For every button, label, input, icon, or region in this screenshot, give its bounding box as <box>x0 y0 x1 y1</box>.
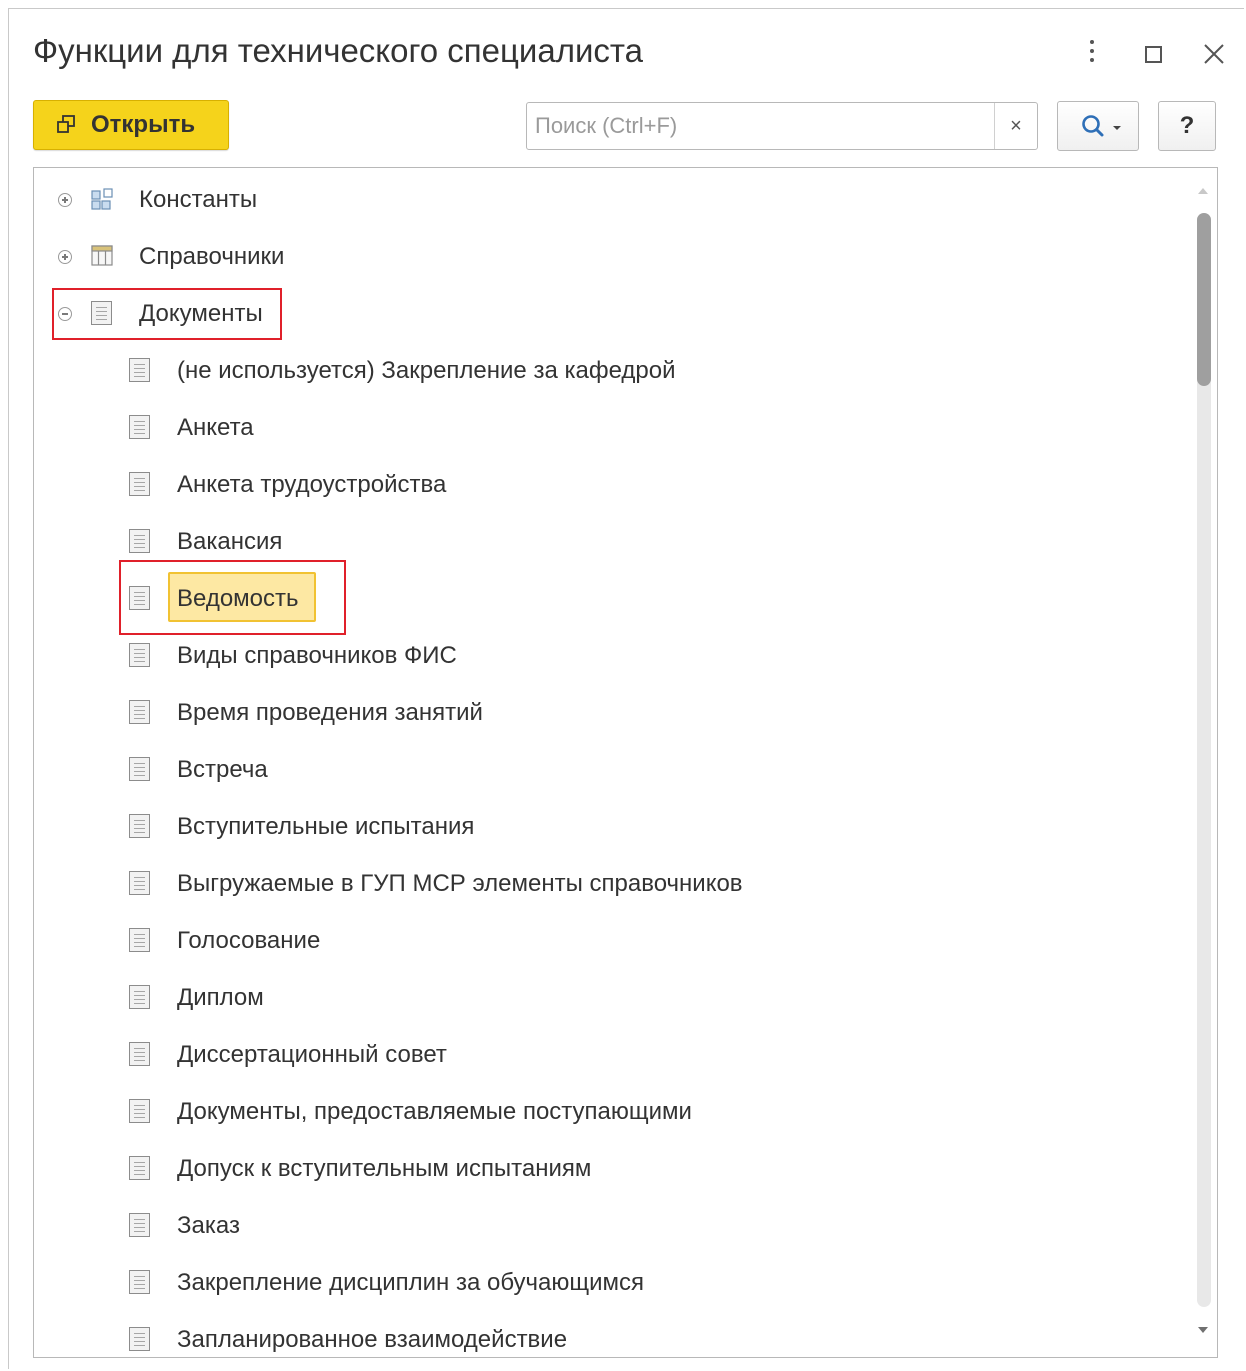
search-options-button[interactable] <box>1057 101 1139 151</box>
tree-row[interactable]: Заказ <box>34 1196 1217 1253</box>
scroll-up-icon[interactable] <box>1198 188 1208 194</box>
document-icon <box>129 1099 150 1123</box>
tree-item-label: Виды справочников ФИС <box>177 642 457 669</box>
tree-row[interactable]: Голосование <box>34 911 1217 968</box>
tree-item-label: Допуск к вступительным испытаниям <box>177 1155 592 1182</box>
expand-icon[interactable] <box>58 193 72 207</box>
tree-item-label: Константы <box>139 186 258 213</box>
document-icon <box>129 1042 150 1066</box>
document-icon <box>129 643 150 667</box>
tree-row[interactable]: Допуск к вступительным испытаниям <box>34 1139 1217 1196</box>
tree-row[interactable]: Документы, предоставляемые поступающими <box>34 1082 1217 1139</box>
document-icon <box>129 472 150 496</box>
expand-icon[interactable] <box>58 250 72 264</box>
tree-item-label: Анкета <box>177 414 254 441</box>
window-title: Функции для технического специалиста <box>33 32 644 69</box>
document-icon <box>129 529 150 553</box>
document-icon <box>129 985 150 1009</box>
document-icon <box>129 700 150 724</box>
tree-item-label: (не используется) Закрепление за кафедро… <box>177 357 676 384</box>
clear-search-icon[interactable]: × <box>994 103 1037 149</box>
search-box: × <box>526 102 1038 150</box>
tree-row[interactable]: (не используется) Закрепление за кафедро… <box>34 341 1217 398</box>
document-icon <box>129 1270 150 1294</box>
open-button-label: Открыть <box>91 111 196 138</box>
tree-row[interactable]: Запланированное взаимодействие <box>34 1310 1217 1357</box>
tree-item-label: Встреча <box>177 756 268 783</box>
document-icon <box>129 1327 150 1351</box>
constants-icon <box>90 187 114 211</box>
maximize-icon[interactable] <box>1145 46 1162 63</box>
tree-item-label: Анкета трудоустройства <box>177 471 447 498</box>
tree-row[interactable]: Диссертационный совет <box>34 1025 1217 1082</box>
document-icon <box>129 1156 150 1180</box>
tree-row[interactable]: Встреча <box>34 740 1217 797</box>
document-icon <box>129 928 150 952</box>
open-window-icon <box>55 114 77 136</box>
tree-item-label: Голосование <box>177 927 321 954</box>
tree-row[interactable]: Анкета <box>34 398 1217 455</box>
more-actions-icon[interactable] <box>1084 40 1100 66</box>
tree-item-label: Диссертационный совет <box>177 1041 447 1068</box>
document-icon <box>129 871 150 895</box>
tree-row[interactable]: Выгружаемые в ГУП МСР элементы справочни… <box>34 854 1217 911</box>
catalog-icon <box>91 245 113 266</box>
annotation-box-documents <box>52 288 282 340</box>
tree-item-label: Время проведения занятий <box>177 699 483 726</box>
tree-row[interactable]: Закрепление дисциплин за обучающимся <box>34 1253 1217 1310</box>
tree-row[interactable]: Время проведения занятий <box>34 683 1217 740</box>
help-button[interactable]: ? <box>1158 101 1216 151</box>
document-icon <box>129 757 150 781</box>
metadata-tree: Константы Справочники Документы (не использ… <box>33 167 1218 1358</box>
annotation-box-vedomost <box>119 560 346 635</box>
tree-item-label: Диплом <box>177 984 264 1011</box>
scroll-down-icon[interactable] <box>1198 1327 1208 1333</box>
tree-group-row[interactable]: Справочники <box>34 227 1217 284</box>
search-icon <box>1082 115 1121 137</box>
open-button[interactable]: Открыть <box>33 100 229 150</box>
tree-item-label: Вакансия <box>177 528 283 555</box>
tree-item-label: Справочники <box>139 243 285 270</box>
document-icon <box>129 1213 150 1237</box>
document-icon <box>129 358 150 382</box>
tree-item-label: Заказ <box>177 1212 240 1239</box>
document-icon <box>129 415 150 439</box>
vertical-scrollbar[interactable] <box>1187 168 1217 1357</box>
document-icon <box>129 814 150 838</box>
scroll-thumb[interactable] <box>1197 213 1211 386</box>
search-input[interactable] <box>527 103 995 149</box>
tree-row[interactable]: Анкета трудоустройства <box>34 455 1217 512</box>
tree-row[interactable]: Вступительные испытания <box>34 797 1217 854</box>
tree-item-label: Запланированное взаимодействие <box>177 1326 568 1353</box>
tree-item-label: Вступительные испытания <box>177 813 475 840</box>
tree-item-label: Выгружаемые в ГУП МСР элементы справочни… <box>177 870 743 897</box>
tree-item-label: Документы, предоставляемые поступающими <box>177 1098 692 1125</box>
close-icon[interactable] <box>1200 40 1228 68</box>
tree-row[interactable]: Диплом <box>34 968 1217 1025</box>
tree-group-row[interactable]: Константы <box>34 170 1217 227</box>
tree-item-label: Закрепление дисциплин за обучающимся <box>177 1269 645 1296</box>
